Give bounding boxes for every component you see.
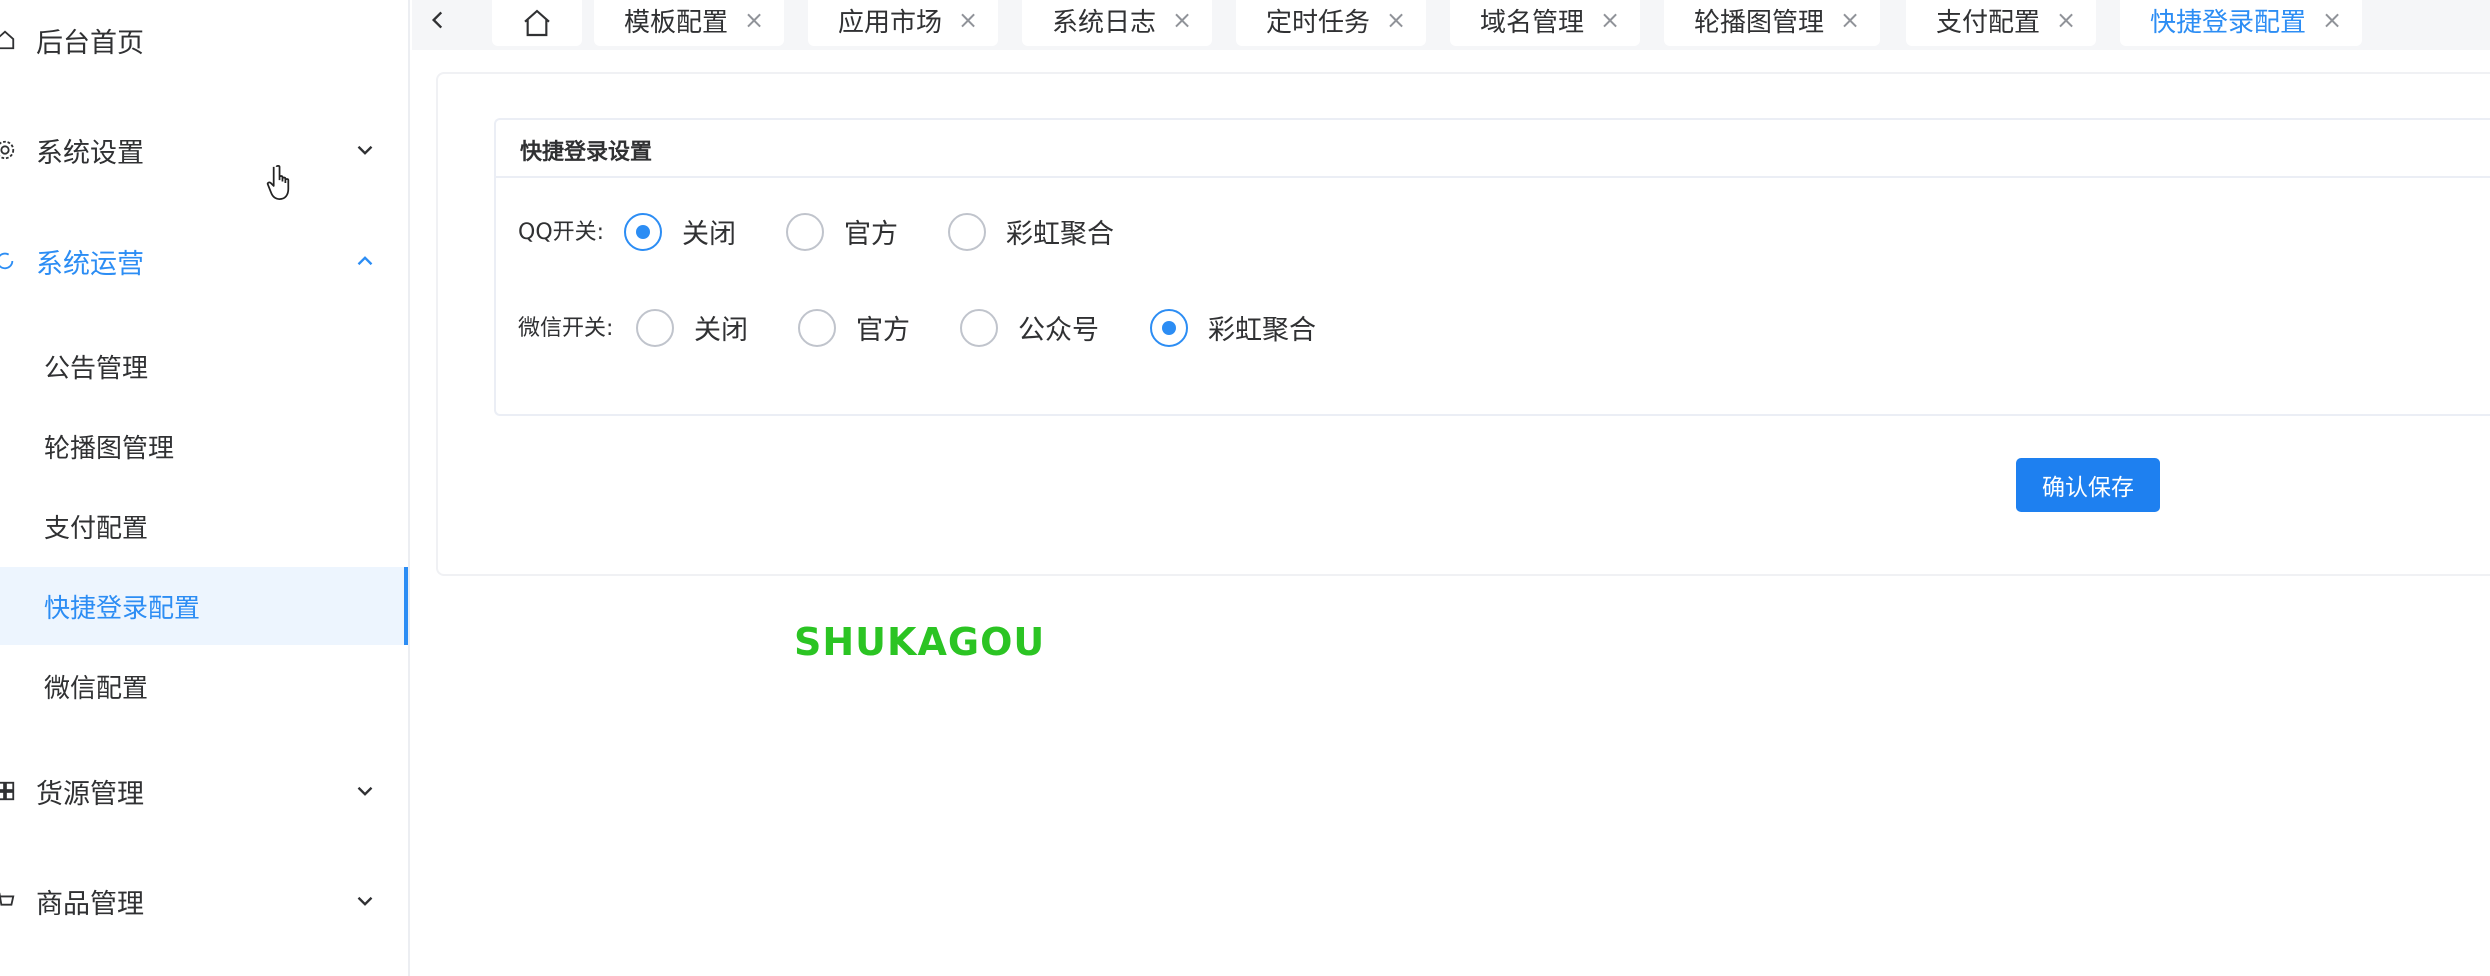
sidebar-subitem-label: 支付配置: [44, 513, 149, 544]
chevron-left-icon: [431, 11, 443, 29]
radio-circle: [786, 212, 824, 251]
sidebar-subitem-label: 快捷登录配置: [44, 593, 201, 624]
close-icon[interactable]: ×: [958, 8, 978, 32]
tab-label: 轮播图管理: [1694, 7, 1825, 38]
qq-radio-official[interactable]: 官方: [786, 212, 898, 251]
sidebar-item-quick-login[interactable]: 快捷登录配置: [0, 567, 408, 645]
close-icon[interactable]: ×: [1172, 8, 1192, 32]
tab-label: 应用市场: [838, 7, 943, 38]
wechat-radio-official-account[interactable]: 公众号: [960, 308, 1099, 347]
radio-circle: [636, 308, 674, 347]
tab-scheduled-tasks[interactable]: 定时任务 ×: [1236, 0, 1427, 46]
tab-label: 支付配置: [1936, 7, 2041, 38]
sidebar-item-carousel[interactable]: 轮播图管理: [0, 407, 408, 485]
sidebar-item-sources[interactable]: 货源管理: [0, 751, 408, 831]
chevron-down-icon: [352, 888, 378, 914]
home-icon: [524, 9, 550, 37]
tab-label: 定时任务: [1266, 7, 1371, 38]
sidebar-subitem-label: 轮播图管理: [44, 433, 175, 464]
tab-template-config[interactable]: 模板配置 ×: [594, 0, 785, 46]
radio-label: 官方: [856, 315, 910, 346]
tab-label: 快捷登录配置: [2150, 7, 2307, 38]
tab-bar: 模板配置 × 应用市场 × 系统日志 × 定时任务 × 域名管理 × 轮播图管理 × 支付配…: [412, 0, 2490, 50]
sidebar-item-label: 货源管理: [36, 778, 144, 810]
chevron-down-icon: [352, 137, 378, 163]
chevron-down-icon: [352, 778, 378, 804]
tab-carousel[interactable]: 轮播图管理 ×: [1664, 0, 1881, 46]
sidebar-item-system-settings[interactable]: 系统设置: [0, 110, 408, 190]
wechat-radio-off[interactable]: 关闭: [636, 308, 748, 347]
close-icon[interactable]: ×: [744, 8, 764, 32]
sidebar-item-system-operations[interactable]: 系统运营: [0, 221, 408, 301]
wechat-radio-official[interactable]: 官方: [798, 308, 910, 347]
radio-circle: [798, 308, 836, 347]
sidebar-item-payment[interactable]: 支付配置: [0, 487, 408, 565]
sidebar-item-label: 系统设置: [36, 137, 144, 169]
radio-label: 彩虹聚合: [1208, 315, 1316, 346]
qq-radio-off[interactable]: 关闭: [624, 212, 736, 251]
tab-quick-login-config[interactable]: 快捷登录配置 ×: [2120, 0, 2363, 46]
sidebar-item-announcements[interactable]: 公告管理: [0, 327, 408, 405]
sidebar-item-dashboard[interactable]: 后台首页: [0, 0, 408, 80]
tab-system-log[interactable]: 系统日志 ×: [1022, 0, 1213, 46]
grid-icon: [0, 780, 16, 802]
refresh-icon: [0, 250, 16, 272]
save-button[interactable]: 确认保存: [2016, 458, 2160, 512]
close-icon[interactable]: ×: [1600, 8, 1620, 32]
radio-circle: [1150, 308, 1188, 347]
sidebar-item-label: 系统运营: [36, 248, 144, 280]
sidebar-item-products[interactable]: 商品管理: [0, 861, 408, 941]
close-icon[interactable]: ×: [2322, 8, 2342, 32]
home-icon: [0, 29, 16, 51]
quick-login-settings-panel: 快捷登录设置 QQ开关: 关闭 官方 彩虹聚合 微信开关: 关闭 官方 公众号 …: [494, 118, 2490, 416]
hand-cursor-icon: [266, 164, 290, 200]
panel-header: 快捷登录设置: [496, 120, 2490, 178]
tab-payment-config[interactable]: 支付配置 ×: [1906, 0, 2097, 46]
watermark-text: SHUKAGOU: [794, 620, 1046, 664]
tab-label: 模板配置: [624, 7, 729, 38]
close-icon[interactable]: ×: [1386, 8, 1406, 32]
panel-title: 快捷登录设置: [520, 140, 653, 165]
radio-circle: [960, 308, 998, 347]
tab-label: 系统日志: [1052, 7, 1157, 38]
tab-domain-management[interactable]: 域名管理 ×: [1450, 0, 1641, 46]
qq-switch-label: QQ开关:: [518, 220, 605, 245]
wechat-switch-label: 微信开关:: [518, 316, 614, 341]
sidebar: 后台首页 系统设置 系统运营 公告管理 轮播图管理 支付配置 快捷登录配置 微信…: [0, 0, 410, 976]
close-icon[interactable]: ×: [2056, 8, 2076, 32]
wechat-radio-rainbow[interactable]: 彩虹聚合: [1150, 308, 1316, 347]
sidebar-item-wechat-config[interactable]: 微信配置: [0, 647, 408, 725]
sidebar-subitem-label: 公告管理: [44, 353, 149, 384]
gear-icon: [0, 139, 16, 161]
radio-circle: [948, 212, 986, 251]
tab-scroll-left-button[interactable]: [420, 0, 456, 40]
radio-label: 关闭: [694, 315, 748, 346]
tab-home[interactable]: [492, 0, 582, 46]
radio-circle: [624, 212, 662, 251]
radio-label: 公众号: [1018, 315, 1099, 346]
chevron-up-icon: [352, 248, 378, 274]
tab-label: 域名管理: [1480, 7, 1585, 38]
close-icon[interactable]: ×: [1840, 8, 1860, 32]
cart-icon: [0, 890, 16, 912]
sidebar-subitem-label: 微信配置: [44, 673, 149, 704]
tab-app-market[interactable]: 应用市场 ×: [808, 0, 999, 46]
radio-label: 官方: [844, 219, 898, 250]
sidebar-item-label: 后台首页: [36, 27, 144, 59]
radio-label: 关闭: [682, 219, 736, 250]
radio-label: 彩虹聚合: [1006, 219, 1114, 250]
sidebar-item-label: 商品管理: [36, 888, 144, 920]
qq-radio-rainbow[interactable]: 彩虹聚合: [948, 212, 1114, 251]
